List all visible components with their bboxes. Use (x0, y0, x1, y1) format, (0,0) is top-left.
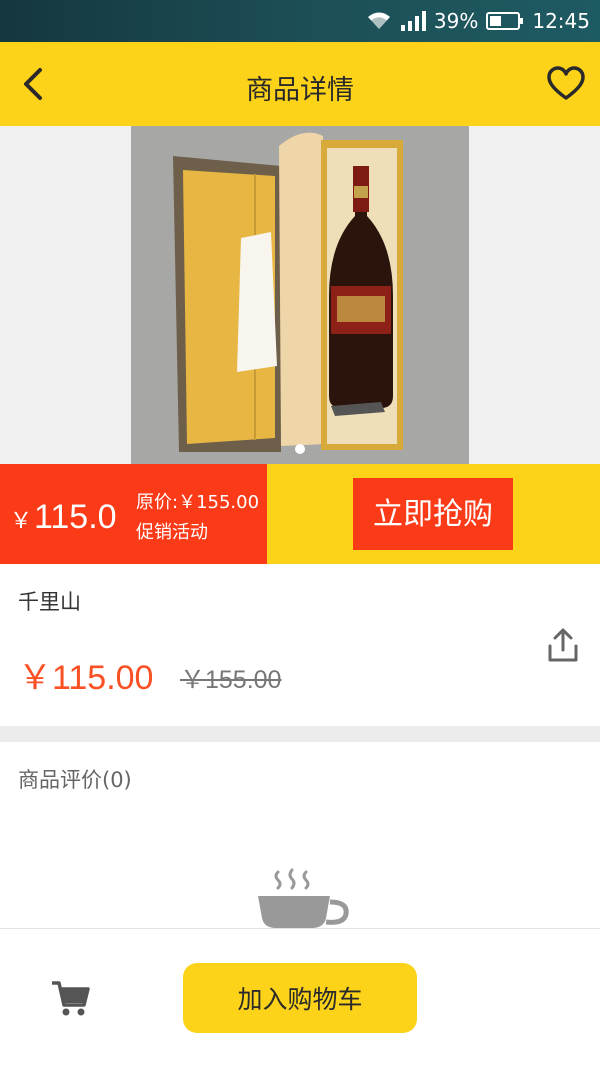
buy-now-button[interactable]: 立即抢购 (353, 478, 513, 550)
status-icons: 39% 12:45 (366, 9, 590, 33)
product-name: 千里山 (18, 590, 81, 614)
section-divider (0, 726, 600, 742)
signal-icon (400, 11, 426, 31)
carousel-indicator (295, 444, 305, 454)
reviews-section: 商品评价(0) (0, 742, 600, 928)
page-title: 商品详情 (246, 75, 354, 106)
promo-original-price: 原价:￥155.00 (136, 492, 260, 513)
clock: 12:45 (532, 9, 590, 33)
battery-icon (486, 11, 524, 31)
status-bar: 39% 12:45 (0, 0, 600, 42)
promo-price-panel: ￥115.0 原价:￥155.00 促销活动 (0, 464, 267, 564)
cart-button[interactable] (50, 977, 92, 1019)
promo-price-value: 115.0 (34, 498, 117, 536)
promo-tag: 促销活动 (136, 522, 208, 543)
wifi-icon (366, 11, 392, 31)
product-original-price: ￥155.00 (180, 666, 282, 694)
product-image-carousel[interactable] (0, 126, 600, 464)
heart-icon (547, 66, 585, 100)
coffee-cup-icon (258, 868, 349, 928)
share-button[interactable] (546, 626, 580, 664)
add-to-cart-button[interactable]: 加入购物车 (183, 963, 417, 1033)
promo-action-panel: 立即抢购 (267, 464, 600, 564)
bottom-action-bar: 加入购物车 (0, 928, 600, 1068)
promo-price: ￥115.0 (10, 498, 117, 537)
product-price: ￥115.00 (18, 659, 154, 697)
app-header: 商品详情 (0, 42, 600, 126)
reviews-title: 商品评价(0) (18, 768, 132, 792)
favorite-button[interactable] (546, 64, 586, 104)
promo-banner: ￥115.0 原价:￥155.00 促销活动 立即抢购 (0, 464, 600, 564)
currency-symbol: ￥ (10, 508, 33, 533)
product-image (131, 126, 469, 464)
battery-percent: 39% (433, 9, 479, 33)
product-info: 千里山 ￥115.00 ￥155.00 (0, 564, 600, 726)
shopping-cart-icon (52, 981, 90, 1016)
share-icon (548, 628, 578, 662)
